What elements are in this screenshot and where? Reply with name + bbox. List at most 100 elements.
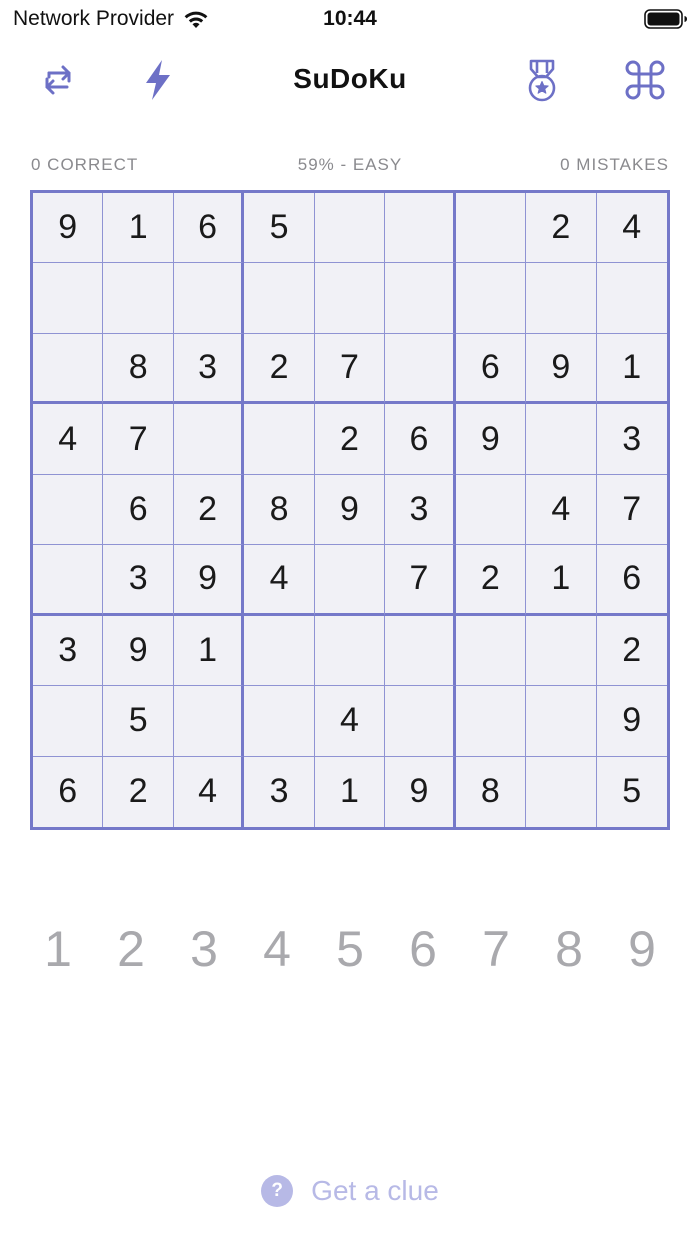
board-cell[interactable]: 3	[596, 404, 667, 475]
board-cell[interactable]: 5	[244, 193, 315, 264]
medal-icon	[528, 59, 556, 102]
board-cell[interactable]: 2	[526, 193, 597, 264]
board-cell[interactable]: 2	[596, 616, 667, 687]
board-cell[interactable]	[526, 263, 597, 334]
board-cell[interactable]	[385, 615, 456, 687]
board-cell[interactable]: 3	[385, 474, 456, 546]
board-cell[interactable]	[526, 686, 597, 757]
board-cell[interactable]: 9	[385, 756, 456, 827]
board-cell[interactable]	[455, 474, 527, 546]
board-cell[interactable]: 6	[385, 404, 456, 475]
board-cell[interactable]: 1	[173, 615, 245, 687]
board-cell[interactable]: 6	[596, 545, 667, 616]
board-cell[interactable]: 4	[596, 193, 667, 264]
board-cell[interactable]: 4	[314, 686, 386, 757]
board-cell[interactable]: 9	[103, 615, 174, 687]
board-cell[interactable]	[33, 545, 104, 616]
board-cell[interactable]: 2	[103, 756, 174, 827]
command-button[interactable]	[620, 55, 670, 105]
board-cell[interactable]	[244, 404, 315, 475]
number-key-7[interactable]: 7	[460, 920, 532, 978]
board-cell[interactable]	[33, 333, 104, 405]
number-key-4[interactable]: 4	[241, 920, 313, 978]
board-cell[interactable]	[455, 615, 527, 687]
board-cell[interactable]	[385, 193, 456, 264]
number-key-9[interactable]: 9	[606, 920, 678, 978]
board-cell[interactable]: 1	[526, 545, 597, 616]
board-cell[interactable]	[314, 193, 386, 264]
board-cell[interactable]: 9	[314, 474, 386, 546]
board-cell[interactable]: 4	[174, 756, 245, 827]
board-cell[interactable]: 4	[526, 474, 597, 546]
board-cell[interactable]: 6	[173, 193, 245, 264]
board-cell[interactable]	[455, 263, 527, 334]
board-cell[interactable]: 2	[173, 474, 245, 546]
board-cell[interactable]: 7	[314, 333, 386, 405]
board-cell[interactable]: 2	[244, 333, 315, 405]
board-cell[interactable]	[526, 615, 597, 687]
board-cell[interactable]: 7	[385, 545, 456, 616]
board-cell[interactable]	[314, 615, 386, 687]
board-cell[interactable]: 6	[455, 333, 527, 405]
board-cell[interactable]	[526, 756, 597, 827]
board-cell[interactable]	[103, 263, 174, 334]
board-cell[interactable]	[33, 474, 104, 546]
number-key-8[interactable]: 8	[533, 920, 605, 978]
board-cell[interactable]	[244, 686, 315, 757]
board-cell[interactable]: 3	[173, 333, 245, 405]
app-title: SuDoKu	[293, 63, 407, 94]
board-cell[interactable]: 8	[456, 756, 527, 827]
board-cell[interactable]: 3	[33, 615, 104, 687]
board-cell[interactable]: 2	[314, 404, 386, 475]
board-cell[interactable]: 6	[33, 756, 104, 827]
board-cell[interactable]: 1	[103, 193, 174, 264]
board-cell[interactable]: 1	[315, 756, 386, 827]
board-cell[interactable]	[314, 545, 386, 616]
board-cell[interactable]	[385, 686, 456, 757]
board-cell[interactable]	[455, 686, 527, 757]
board-cell[interactable]: 8	[244, 474, 315, 546]
board-cell[interactable]: 3	[103, 545, 174, 616]
board-cell[interactable]	[385, 333, 456, 405]
number-key-1[interactable]: 1	[22, 920, 94, 978]
board-cell[interactable]	[455, 193, 527, 264]
board-cell[interactable]: 2	[455, 545, 527, 616]
board-cell[interactable]	[526, 404, 597, 475]
board-cell[interactable]: 8	[103, 333, 174, 405]
mistakes-count: 0 MISTAKES	[560, 155, 669, 174]
board-cell[interactable]: 4	[33, 404, 104, 475]
clue-label: Get a clue	[311, 1175, 439, 1206]
board-cell[interactable]	[385, 263, 456, 334]
board-cell[interactable]: 7	[103, 404, 174, 475]
board-cell[interactable]	[244, 615, 315, 687]
number-key-3[interactable]: 3	[168, 920, 240, 978]
command-icon	[625, 60, 665, 100]
board-cell[interactable]	[33, 686, 104, 757]
board-cell[interactable]	[314, 263, 386, 334]
help-icon: ?	[261, 1175, 294, 1207]
board-cell[interactable]	[173, 263, 245, 334]
board-cell[interactable]: 9	[455, 404, 527, 475]
board-cell[interactable]	[173, 404, 245, 475]
board-cell[interactable]: 6	[103, 474, 174, 546]
number-key-2[interactable]: 2	[95, 920, 167, 978]
board-cell[interactable]: 1	[596, 334, 667, 405]
board-cell[interactable]	[244, 263, 315, 334]
number-key-5[interactable]: 5	[314, 920, 386, 978]
achievements-button[interactable]	[517, 55, 567, 105]
board-cell[interactable]: 3	[244, 756, 315, 827]
sudoku-board: 9165248327691472693628934739472163912549…	[30, 190, 670, 830]
number-key-6[interactable]: 6	[387, 920, 459, 978]
board-cell[interactable]	[596, 263, 667, 334]
board-cell[interactable]: 9	[526, 333, 597, 405]
board-cell[interactable]: 9	[33, 193, 104, 264]
get-clue-button[interactable]: ? Get a clue	[0, 1175, 700, 1207]
board-cell[interactable]: 5	[103, 686, 174, 757]
board-cell[interactable]: 4	[244, 545, 315, 616]
board-cell[interactable]: 5	[597, 757, 667, 827]
board-cell[interactable]	[33, 263, 104, 334]
board-cell[interactable]: 9	[596, 686, 667, 757]
board-cell[interactable]: 9	[173, 545, 245, 616]
board-cell[interactable]: 7	[596, 475, 667, 546]
board-cell[interactable]	[173, 686, 245, 757]
